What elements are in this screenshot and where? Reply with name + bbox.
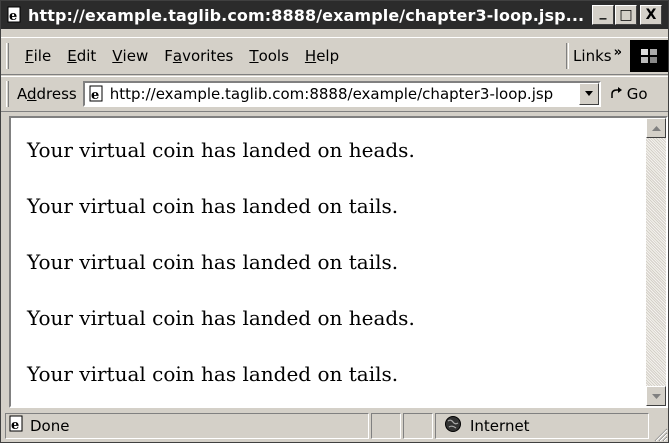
toolbar-grip[interactable] <box>6 43 9 69</box>
menu-label: ile <box>33 47 52 65</box>
links-button[interactable]: Links <box>573 47 612 65</box>
menu-label: ools <box>258 47 289 65</box>
maximize-button[interactable]: □ <box>615 5 637 25</box>
ie-page-icon: e <box>8 415 26 437</box>
svg-text:e: e <box>91 88 99 103</box>
status-text: Done <box>30 417 70 435</box>
menu-accel: V <box>112 47 123 65</box>
go-label: Go <box>626 85 648 103</box>
window-controls: _ □ X <box>591 5 662 25</box>
address-label-accel: d <box>27 85 37 103</box>
toolbar-separator <box>566 43 570 69</box>
chevron-up-icon <box>651 125 661 131</box>
title-bar[interactable]: e http://example.taglib.com:8888/example… <box>1 1 668 29</box>
coin-result-line: Your virtual coin has landed on tails. <box>27 250 399 274</box>
chevron-down-icon <box>651 393 661 399</box>
coin-result-line: Your virtual coin has landed on tails. <box>27 362 399 386</box>
menu-bar: File Edit View Fa vorites Tools Help Link… <box>1 37 668 75</box>
links-chevron-icon[interactable]: » <box>614 45 622 60</box>
menu-label: elp <box>316 47 340 65</box>
go-arrow-icon <box>611 87 622 98</box>
coin-result-line: Your virtual coin has landed on heads. <box>27 306 415 330</box>
address-label-part: A <box>17 85 27 103</box>
svg-text:e: e <box>9 9 17 24</box>
menu-tools[interactable]: Tools <box>241 44 297 68</box>
address-bar: Address e Go <box>1 76 668 112</box>
coin-result-line: Your virtual coin has landed on tails. <box>27 194 399 218</box>
scroll-up-button[interactable] <box>646 118 666 138</box>
security-zone-panel: Internet <box>435 413 649 439</box>
page-content: Your virtual coin has landed on heads. Y… <box>9 116 668 408</box>
menu-favorites[interactable]: Fa vorites <box>156 44 241 68</box>
vertical-scrollbar[interactable] <box>646 118 666 406</box>
chevron-down-icon <box>584 91 593 96</box>
ie-page-icon: e <box>87 84 107 104</box>
coin-result-line: Your virtual coin has landed on heads. <box>27 138 415 162</box>
menu-label: F <box>164 47 173 65</box>
resize-grip-icon[interactable] <box>652 426 668 442</box>
globe-icon <box>444 415 462 437</box>
window-title: http://example.taglib.com:8888/example/c… <box>28 5 585 25</box>
menu-edit[interactable]: Edit <box>59 44 104 68</box>
windows-logo-icon <box>630 40 668 72</box>
menu-label: dit <box>76 47 97 65</box>
url-input[interactable] <box>109 85 572 103</box>
links-toolbar: Links » <box>566 40 668 72</box>
status-bar: e Done Internet <box>1 410 668 442</box>
menu-file[interactable]: File <box>17 44 59 68</box>
menu-accel: a <box>172 47 183 65</box>
maximize-icon: □ <box>619 7 633 23</box>
address-label-part: dress <box>36 85 77 103</box>
browser-window: e http://example.taglib.com:8888/example… <box>0 0 669 443</box>
menu-label: iew <box>122 47 149 65</box>
minimize-icon: _ <box>599 4 607 20</box>
go-button[interactable]: Go <box>609 85 648 103</box>
menu-accel: F <box>25 47 34 65</box>
menu-help[interactable]: Help <box>297 44 347 68</box>
menu-label: vorites <box>182 47 234 65</box>
status-panel-empty <box>371 413 401 439</box>
status-panel-empty <box>403 413 433 439</box>
menu-accel: H <box>304 47 317 65</box>
menu-accel: E <box>67 47 77 65</box>
svg-text:e: e <box>11 418 19 433</box>
ie-page-icon: e <box>6 6 24 24</box>
close-icon: X <box>645 7 657 23</box>
address-field[interactable]: e <box>82 81 601 107</box>
minimize-button[interactable]: _ <box>592 5 614 25</box>
address-dropdown-button[interactable] <box>578 83 599 105</box>
menu-accel: T <box>249 47 259 65</box>
scroll-down-button[interactable] <box>646 386 666 406</box>
toolbar-grip[interactable] <box>6 81 9 107</box>
coin-results: Your virtual coin has landed on heads. Y… <box>27 136 627 406</box>
menu-view[interactable]: View <box>104 44 156 68</box>
zone-label: Internet <box>470 417 530 435</box>
address-label: Address <box>17 85 77 103</box>
close-button[interactable]: X <box>640 5 662 25</box>
status-panel: e Done <box>5 413 369 439</box>
